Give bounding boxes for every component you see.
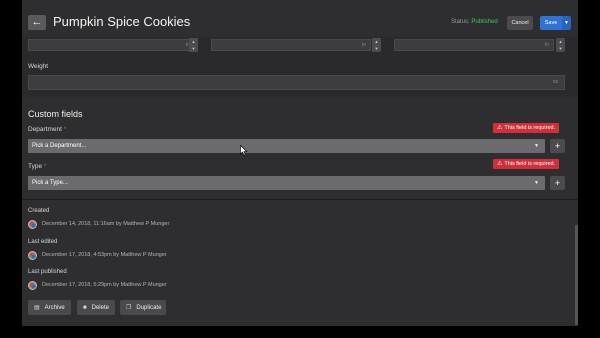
- width-input[interactable]: in: [211, 39, 371, 51]
- trash-icon: ■: [83, 304, 87, 311]
- unit-label: oz: [552, 79, 558, 85]
- duplicate-button[interactable]: ❐ Duplicate: [120, 300, 166, 315]
- cancel-button[interactable]: Cancel: [507, 16, 533, 30]
- arrow-left-icon: ←: [31, 16, 43, 28]
- last-edited-text: December 17, 2018, 4:53pm by Matthew P M…: [42, 252, 167, 258]
- created-text: December 14, 2018, 11:16am by Matthew P …: [42, 221, 170, 227]
- height-input[interactable]: in: [394, 39, 554, 51]
- mouse-cursor-icon: [240, 145, 248, 156]
- type-label: Type *: [28, 163, 46, 170]
- stepper-up-icon[interactable]: ▲: [372, 38, 381, 45]
- department-label: Department *: [28, 126, 66, 133]
- plus-icon: +: [554, 178, 561, 188]
- avatar: [28, 250, 37, 260]
- archive-button[interactable]: ▤ Archive: [28, 300, 71, 315]
- chevron-down-icon: ▼: [534, 180, 539, 186]
- created-label: Created: [28, 208, 50, 214]
- delete-label: Delete: [91, 304, 109, 311]
- duplicate-label: Duplicate: [136, 304, 162, 311]
- last-edited-label: Last edited: [28, 239, 58, 245]
- last-published-label: Last published: [28, 269, 67, 275]
- add-type-button[interactable]: +: [550, 176, 565, 190]
- status-indicator: Status: Published: [451, 19, 498, 25]
- error-text: This field is required.: [504, 125, 556, 131]
- department-label-text: Department: [28, 126, 62, 133]
- required-mark: *: [43, 163, 47, 170]
- status-label: Status:: [451, 19, 470, 25]
- chevron-down-icon: ▼: [534, 143, 539, 149]
- type-label-text: Type: [28, 163, 43, 170]
- archive-label: Archive: [44, 304, 65, 311]
- avatar: [28, 219, 37, 229]
- select-placeholder: Pick a Department...: [32, 143, 87, 149]
- last-published-row: December 17, 2018, 5:29pm by Matthew P M…: [28, 280, 167, 290]
- last-published-text: December 17, 2018, 5:29pm by Matthew P M…: [42, 282, 167, 288]
- error-text: This field is required.: [504, 161, 556, 167]
- department-error-badge: ⚠ This field is required.: [493, 123, 560, 133]
- add-department-button[interactable]: +: [550, 139, 565, 153]
- duplicate-icon: ❐: [126, 305, 132, 311]
- warning-icon: ⚠: [497, 161, 503, 167]
- stepper-down-icon[interactable]: ▼: [189, 45, 198, 52]
- type-select[interactable]: Pick a Type... ▼: [28, 176, 545, 190]
- plus-icon: +: [554, 141, 561, 151]
- weight-input[interactable]: oz: [28, 75, 565, 90]
- custom-fields-title: Custom fields: [28, 109, 83, 119]
- created-row: December 14, 2018, 11:16am by Matthew P …: [28, 219, 169, 229]
- stepper-up-icon[interactable]: ▲: [556, 38, 565, 45]
- delete-button[interactable]: ■ Delete: [77, 300, 115, 315]
- length-stepper[interactable]: ▲ ▼: [189, 38, 198, 52]
- required-mark: *: [63, 126, 67, 133]
- stepper-down-icon[interactable]: ▼: [556, 45, 565, 52]
- width-stepper[interactable]: ▲ ▼: [372, 38, 381, 52]
- stepper-down-icon[interactable]: ▼: [372, 45, 381, 52]
- weight-label: Weight: [28, 63, 49, 70]
- unit-label: in: [545, 42, 549, 48]
- length-input[interactable]: in: [28, 39, 195, 51]
- page-title: Pumpkin Spice Cookies: [53, 14, 191, 29]
- save-button[interactable]: Save: [540, 16, 562, 30]
- height-stepper[interactable]: ▲ ▼: [556, 38, 565, 52]
- back-button[interactable]: ←: [28, 15, 46, 30]
- chevron-down-icon: ▼: [564, 20, 569, 26]
- save-options-button[interactable]: ▼: [562, 16, 571, 30]
- avatar: [28, 280, 37, 290]
- unit-label: in: [362, 42, 366, 48]
- select-placeholder: Pick a Type...: [32, 180, 68, 186]
- warning-icon: ⚠: [497, 125, 503, 131]
- archive-icon: ▤: [34, 305, 40, 311]
- last-edited-row: December 17, 2018, 4:53pm by Matthew P M…: [28, 250, 167, 260]
- scrollbar[interactable]: [575, 225, 578, 325]
- status-value: Published: [471, 19, 498, 25]
- stepper-up-icon[interactable]: ▲: [189, 38, 198, 45]
- type-error-badge: ⚠ This field is required.: [493, 159, 560, 169]
- product-editor-window: ← Pumpkin Spice Cookies Status: Publishe…: [22, 0, 578, 326]
- department-select[interactable]: Pick a Department... ▼: [28, 139, 545, 153]
- section-divider: [22, 199, 578, 200]
